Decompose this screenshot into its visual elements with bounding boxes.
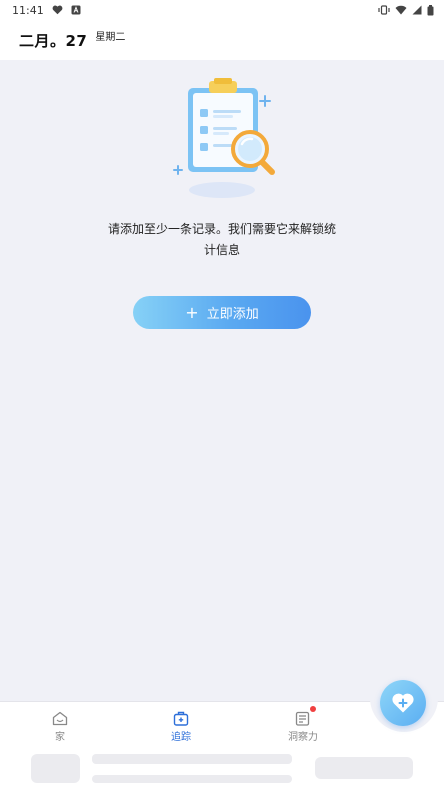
- nav-label-insight: 洞察力: [288, 732, 318, 743]
- heart-plus-icon: [391, 692, 415, 714]
- insight-icon: [295, 706, 316, 726]
- heart-icon: [52, 5, 63, 15]
- empty-state-message: 请添加至少一条记录。我们需要它来解锁统 计信息: [90, 219, 354, 261]
- battery-icon: [427, 4, 434, 16]
- nav-label-tracking: 追踪: [171, 732, 191, 743]
- a-icon: [71, 5, 81, 15]
- signal-icon: [412, 5, 422, 15]
- wifi-icon: [395, 5, 407, 15]
- nav-label-home: 家: [55, 732, 65, 743]
- notification-badge: [310, 706, 316, 712]
- placeholder-line: [92, 754, 292, 764]
- placeholder-line: [92, 775, 292, 783]
- status-bar: 11:41: [0, 0, 444, 20]
- main-content: 请添加至少一条记录。我们需要它来解锁统 计信息 + 立即添加: [0, 60, 444, 701]
- ad-placeholder-strip: [0, 747, 444, 791]
- date-header: 二月。27 星期二: [0, 20, 444, 60]
- home-icon: [52, 710, 68, 726]
- status-left: 11:41: [12, 4, 81, 17]
- date-label: 二月。27: [19, 31, 88, 50]
- clipboard-magnifier-icon: [164, 76, 284, 204]
- placeholder-thumbnail: [31, 754, 80, 783]
- status-time: 11:41: [12, 3, 44, 17]
- empty-state-message-line1: 请添加至少一条记录。我们需要它来解锁统: [107, 222, 336, 236]
- tracking-icon: [173, 710, 189, 726]
- add-health-record-button[interactable]: [380, 680, 426, 726]
- add-now-label: 立即添加: [206, 307, 259, 322]
- vibrate-icon: [378, 5, 390, 15]
- status-right: [378, 4, 434, 16]
- placeholder-button: [315, 757, 413, 779]
- nav-item-home[interactable]: 家: [25, 710, 95, 743]
- plus-icon: +: [185, 302, 199, 322]
- add-now-button[interactable]: + 立即添加: [133, 296, 311, 329]
- empty-state-message-line2: 计信息: [203, 243, 240, 257]
- nav-item-insight[interactable]: 洞察力: [268, 706, 338, 743]
- nav-item-tracking[interactable]: 追踪: [146, 710, 216, 743]
- weekday-label: 星期二: [95, 31, 126, 43]
